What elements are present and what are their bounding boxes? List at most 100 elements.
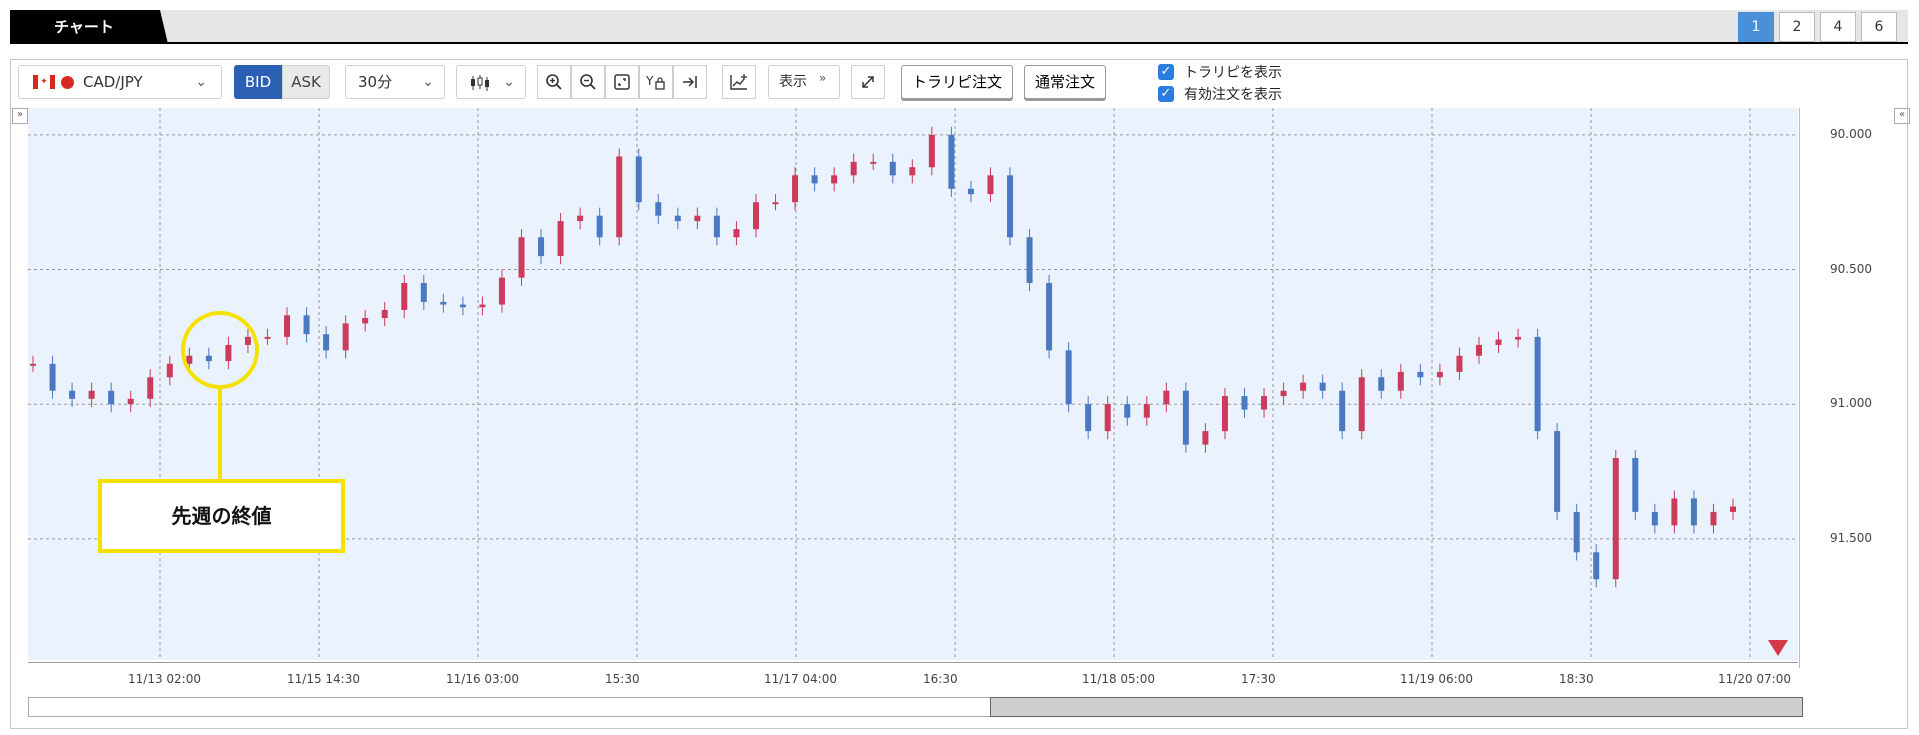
chevron-down-icon: ⌄ (422, 74, 434, 90)
candle-up (166, 363, 173, 378)
candle-up (557, 221, 564, 257)
ask-button[interactable]: ASK (282, 65, 330, 99)
candle-up (244, 336, 251, 345)
candle-up (225, 344, 232, 362)
time-tick-label: 11/18 05:00 (1082, 672, 1155, 686)
display-menu[interactable]: 表示 » (768, 65, 840, 99)
show-active-orders-checkbox-row[interactable]: ✓ 有効注文を表示 (1158, 84, 1282, 104)
expand-right-panel-icon[interactable]: « (1894, 108, 1910, 124)
expand-icon (862, 76, 874, 88)
fit-screen-button[interactable] (605, 65, 639, 99)
checkbox-checked-icon[interactable]: ✓ (1158, 64, 1174, 80)
time-tick-label: 11/20 07:00 (1718, 672, 1791, 686)
candle-up (1515, 336, 1522, 340)
candle-up (186, 355, 193, 364)
candle-up (30, 363, 36, 366)
price-tick-label: 90.500 (1830, 261, 1872, 276)
show-trap-checkbox-row[interactable]: ✓ トラリピを表示 (1158, 62, 1282, 82)
time-tick-label: 11/15 14:30 (287, 672, 360, 686)
currency-pair-label: CAD/JPY (83, 73, 143, 91)
candle-down (49, 363, 56, 391)
add-indicator-button[interactable] (722, 65, 756, 99)
fit-screen-icon (614, 74, 630, 90)
candle-up (147, 377, 154, 399)
candle-down (323, 334, 330, 351)
callout-last-week-close: 先週の終値 (98, 479, 345, 553)
zoom-out-button[interactable] (571, 65, 605, 99)
chart-scrollbar-thumb[interactable] (990, 697, 1803, 717)
candle-up (928, 134, 935, 168)
candle-down (655, 202, 662, 216)
layout-button-6[interactable]: 6 (1861, 12, 1897, 42)
layout-button-1[interactable]: 1 (1738, 12, 1774, 42)
interval-select[interactable]: 30分 ⌄ (345, 65, 445, 99)
time-tick-label: 11/17 04:00 (764, 672, 837, 686)
time-tick-label: 18:30 (1559, 672, 1594, 686)
candlestick-chart[interactable] (28, 108, 1798, 666)
candle-up (1202, 431, 1209, 445)
scroll-latest-button[interactable] (673, 65, 707, 99)
candle-down (538, 237, 545, 257)
trap-repeat-order-button[interactable]: トラリピ注文 (901, 65, 1014, 99)
candle-down (420, 283, 427, 302)
candle-down (1593, 552, 1600, 580)
time-tick-label: 17:30 (1241, 672, 1276, 686)
candle-up (1261, 396, 1268, 410)
candle-up (870, 161, 877, 164)
candle-up (1671, 498, 1678, 526)
tab-chart[interactable]: チャート (10, 10, 168, 44)
candle-down (1378, 377, 1385, 391)
candle-down (1632, 458, 1639, 512)
svg-text:Y: Y (646, 74, 654, 88)
candle-up (284, 315, 291, 337)
candle-up (479, 304, 486, 308)
candle-down (1534, 336, 1541, 432)
candle-up (1280, 390, 1287, 397)
candlestick-icon (471, 75, 489, 91)
candle-up (1612, 458, 1619, 580)
price-tick-label: 91.500 (1830, 530, 1872, 545)
zoom-in-button[interactable] (537, 65, 571, 99)
y-axis-lock-button[interactable]: Y (639, 65, 673, 99)
candle-up (987, 175, 994, 195)
candle-up (1495, 339, 1502, 345)
candle-up (342, 323, 349, 351)
candle-down (1554, 431, 1561, 512)
candle-up (264, 336, 271, 339)
candle-down (108, 390, 115, 405)
candle-up (694, 215, 701, 222)
plot-background (28, 108, 1798, 660)
candle-up (1456, 355, 1463, 372)
candle-down (889, 161, 896, 176)
expand-left-panel-icon[interactable]: » (12, 108, 28, 124)
candle-up (1104, 404, 1111, 432)
candle-up (1163, 390, 1170, 405)
interval-label: 30分 (358, 73, 393, 91)
candle-up (381, 309, 388, 319)
candle-up (362, 318, 369, 324)
chevron-down-icon: ⌄ (503, 74, 515, 90)
time-tick-label: 11/19 06:00 (1400, 672, 1473, 686)
candle-down (1319, 382, 1326, 391)
checkbox-checked-icon[interactable]: ✓ (1158, 86, 1174, 102)
time-axis-line (28, 662, 1798, 663)
candle-down (948, 134, 955, 189)
candle-up (1300, 382, 1307, 391)
candle-down (69, 390, 76, 399)
layout-button-4[interactable]: 4 (1820, 12, 1856, 42)
currency-pair-select[interactable]: ✦ CAD/JPY ⌄ (18, 65, 222, 99)
candle-down (713, 215, 720, 238)
candle-down (596, 215, 603, 238)
fullscreen-button[interactable] (851, 65, 885, 99)
candle-down (1065, 350, 1072, 405)
candle-up (88, 390, 95, 399)
candle-down (1651, 511, 1658, 526)
normal-order-button[interactable]: 通常注文 (1024, 65, 1107, 99)
bid-button[interactable]: BID (234, 65, 282, 99)
candle-up (498, 277, 505, 305)
candle-down (1182, 390, 1189, 445)
chart-type-select[interactable]: ⌄ (456, 65, 526, 99)
layout-button-2[interactable]: 2 (1779, 12, 1815, 42)
candle-up (1436, 371, 1443, 378)
show-active-orders-label: 有効注文を表示 (1184, 87, 1282, 103)
